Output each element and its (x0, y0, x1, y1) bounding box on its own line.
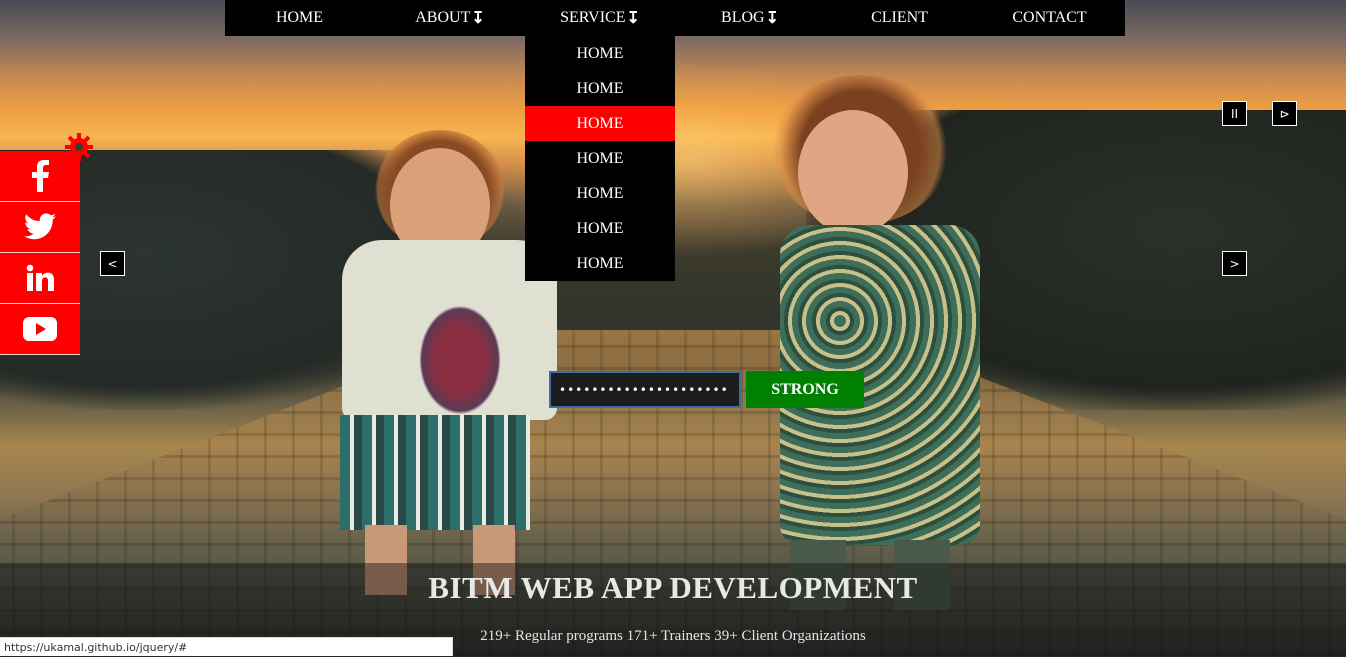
nav-item-blog[interactable]: BLOG ↧ (675, 0, 825, 36)
nav-item-label: BLOG (721, 9, 765, 26)
nav-item-label: CONTACT (1012, 9, 1087, 26)
linkedin-icon (26, 264, 54, 291)
down-arrow-icon: ↧ (626, 10, 640, 27)
nav-item-label: HOME (275, 9, 324, 26)
password-input[interactable] (549, 371, 741, 408)
dropdown-item[interactable]: HOME (525, 36, 675, 71)
youtube-icon (23, 317, 57, 341)
dropdown-item-active[interactable]: HOME (525, 106, 675, 141)
dropdown-item[interactable]: HOME (525, 211, 675, 246)
dropdown-item[interactable]: HOME (525, 176, 675, 211)
facebook-icon (32, 160, 49, 192)
linkedin-button[interactable] (0, 253, 80, 304)
nav-item-label: SERVICE (560, 9, 626, 26)
gear-icon[interactable] (64, 132, 94, 162)
down-arrow-icon: ↧ (765, 10, 779, 27)
dropdown-item[interactable]: HOME (525, 141, 675, 176)
nav-item-contact[interactable]: CONTACT (975, 0, 1125, 36)
slider-prev-button[interactable]: < (100, 251, 125, 276)
twitter-button[interactable] (0, 202, 80, 253)
nav-item-label: CLIENT (871, 9, 928, 26)
top-nav: HOME ABOUT ↧ SERVICE ↧ BLOG ↧ CLIENT CON… (225, 0, 1125, 36)
service-dropdown-menu: HOME HOME HOME HOME HOME HOME HOME (525, 36, 675, 281)
down-arrow-icon: ↧ (471, 10, 485, 27)
dropdown-item[interactable]: HOME (525, 246, 675, 281)
slider-play-button[interactable]: ⊳ (1272, 101, 1297, 126)
dropdown-item[interactable]: HOME (525, 71, 675, 106)
slider-next-button[interactable]: > (1222, 251, 1247, 276)
nav-item-service[interactable]: SERVICE ↧ (525, 0, 675, 36)
nav-item-label: ABOUT (415, 9, 471, 26)
girl-figure (750, 75, 990, 615)
nav-item-client[interactable]: CLIENT (825, 0, 975, 36)
nav-item-home[interactable]: HOME (225, 0, 375, 36)
youtube-button[interactable] (0, 304, 80, 355)
twitter-icon (24, 213, 56, 240)
social-sidebar (0, 151, 80, 355)
nav-item-about[interactable]: ABOUT ↧ (375, 0, 525, 36)
status-bar-url: https://ukamal.github.io/jquery/# (0, 637, 453, 656)
slider-pause-button[interactable]: II (1222, 101, 1247, 126)
password-strength-button[interactable]: STRONG (746, 371, 864, 408)
banner-title: BITM WEB APP DEVELOPMENT (428, 570, 918, 605)
